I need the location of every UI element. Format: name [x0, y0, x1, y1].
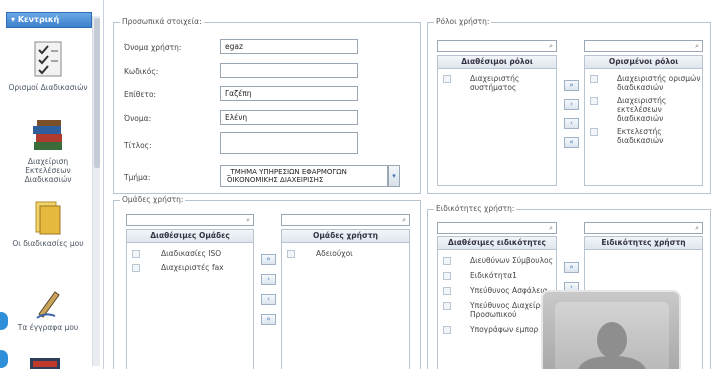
checkbox[interactable] — [132, 250, 140, 258]
sidebar-item-my-processes[interactable]: Οι διαδικασίες μου — [6, 200, 90, 248]
list-item[interactable]: Υπογράφων εμπορ — [438, 325, 556, 334]
books-icon — [33, 120, 62, 150]
password-label: Κωδικός: — [124, 67, 159, 76]
checkbox[interactable] — [443, 257, 451, 265]
sidebar: ▾ Κεντρική Ορισμοί Διαδικασιών Διαχείρισ… — [0, 0, 104, 369]
checkbox[interactable] — [443, 326, 451, 334]
next-item-icon — [30, 358, 60, 369]
dropdown-chevron-icon[interactable]: ▾ — [388, 165, 400, 187]
checkbox[interactable] — [443, 302, 451, 310]
available-roles-list: Διαθέσιμοι ρόλοι Διαχειριστής συστήματος — [437, 55, 557, 186]
list-item[interactable]: Εκτελεστής διαδικασιών — [585, 127, 702, 145]
list-header: Διαθέσιμες Ομάδες — [127, 230, 253, 243]
scrollbar-thumb[interactable] — [94, 18, 100, 168]
checkbox[interactable] — [287, 250, 295, 258]
checkbox[interactable] — [590, 97, 598, 105]
available-groups-list: Διαθέσιμες Ομάδες Διαδικασίες ISO Διαχει… — [126, 229, 254, 369]
checkbox[interactable] — [590, 75, 598, 83]
sidebar-scrollbar[interactable] — [92, 16, 100, 366]
sidebar-item-my-documents[interactable]: Τα έγγραφα μου — [6, 286, 90, 332]
roles-assigned-search[interactable]: ⌕ — [584, 40, 703, 52]
list-item[interactable]: Διαδικασίες ISO — [127, 249, 253, 258]
panel-title: Προσωπικά στοιχεία: — [120, 17, 204, 26]
search-icon: ⌕ — [695, 42, 699, 50]
list-header: Ειδικότητες χρήστη — [585, 237, 702, 250]
specialties-available-search[interactable]: ⌕ — [437, 222, 557, 234]
list-item[interactable]: Διαχειριστής συστήματος — [438, 74, 556, 92]
surname-label: Επίθετο: — [124, 90, 157, 99]
username-field[interactable]: egaz — [220, 39, 358, 54]
checkbox[interactable] — [443, 287, 451, 295]
panel-title: Ρόλοι χρήστη: — [434, 17, 492, 26]
remove-one-button[interactable]: ‹ — [261, 294, 276, 305]
department-label: Τμήμα: — [124, 173, 151, 182]
collapse-icon: ▾ — [11, 15, 18, 24]
list-header: Ομάδες χρήστη — [282, 230, 409, 243]
checkbox[interactable] — [443, 75, 451, 83]
checklist-icon — [34, 41, 62, 77]
password-field[interactable] — [220, 63, 358, 78]
list-item[interactable]: Διαχειριστής εκτελέσεων διαδικασιών — [585, 96, 702, 123]
name-field[interactable]: Ελένη — [220, 110, 358, 125]
title-label: Τίτλος: — [124, 141, 152, 150]
search-icon: ⌕ — [549, 42, 553, 50]
list-item[interactable]: Υπεύθυνος Ασφάλεια — [438, 286, 556, 295]
search-icon: ⌕ — [402, 216, 406, 224]
list-header: Διαθέσιμοι ρόλοι — [438, 56, 556, 69]
add-one-button[interactable]: › — [564, 99, 579, 110]
checkbox[interactable] — [590, 128, 598, 136]
panel-title: Ειδικότητες χρήστη: — [434, 204, 517, 213]
remove-one-button[interactable]: ‹ — [564, 118, 579, 129]
list-item[interactable]: Αδειούχοι — [282, 249, 409, 258]
name-label: Όνομα: — [124, 114, 152, 123]
department-select[interactable]: _ΤΜΗΜΑ ΥΠΗΡΕΣΙΩΝ ΕΦΑΡΜΟΓΩΝ ΟΙΚΟΝΟΜΙΚΗΣ Δ… — [220, 165, 388, 187]
groups-assigned-search[interactable]: ⌕ — [281, 214, 410, 226]
title-field[interactable] — [220, 132, 358, 154]
list-item[interactable]: Διαχειριστές fax — [127, 263, 253, 272]
list-header: Ορισμένοι ρόλοι — [585, 56, 702, 69]
panel-title: Ομάδες χρήστη: — [120, 195, 186, 204]
sidebar-item-process-executions[interactable]: Διαχείριση Εκτελέσεων Διαδικασιών — [6, 118, 90, 184]
list-header: Διαθέσιμες ειδικότητες — [438, 237, 556, 250]
available-specialties-list: Διαθέσιμες ειδικότητες Διευθύνων Σύμβουλ… — [437, 236, 557, 369]
remove-all-button[interactable]: « — [261, 314, 276, 325]
search-icon: ⌕ — [695, 224, 699, 232]
search-icon: ⌕ — [246, 216, 250, 224]
roles-available-search[interactable]: ⌕ — [437, 40, 557, 52]
list-item[interactable]: Διαχειριστής ορισμών διαδικασιών — [585, 74, 702, 92]
add-all-button[interactable]: » — [564, 262, 579, 273]
list-item[interactable]: Ειδικότητα1 — [438, 271, 556, 280]
remove-all-button[interactable]: « — [564, 137, 579, 148]
folder-icon — [35, 201, 61, 235]
username-label: Όνομα χρήστη: — [124, 43, 182, 52]
sidebar-item-process-definitions[interactable]: Ορισμοί Διαδικασιών — [6, 40, 90, 92]
user-avatar — [541, 290, 681, 369]
assigned-groups-list: Ομάδες χρήστη Αδειούχοι — [281, 229, 410, 369]
checkbox[interactable] — [443, 272, 451, 280]
list-item[interactable]: Διευθύνων Σύμβουλος — [438, 256, 556, 265]
assigned-roles-list: Ορισμένοι ρόλοι Διαχειριστής ορισμών δια… — [584, 55, 703, 186]
list-item[interactable]: Υπεύθυνος Διαχείρι Προσωπικού — [438, 301, 556, 319]
pen-icon — [36, 291, 60, 319]
search-icon: ⌕ — [549, 224, 553, 232]
groups-available-search[interactable]: ⌕ — [126, 214, 254, 226]
avatar-frame — [555, 302, 669, 369]
checkbox[interactable] — [132, 264, 140, 272]
sidebar-header[interactable]: ▾ Κεντρική — [6, 12, 92, 28]
add-all-button[interactable]: » — [261, 254, 276, 265]
add-all-button[interactable]: » — [564, 80, 579, 91]
surname-field[interactable]: Γαζέπη — [220, 86, 358, 101]
specialties-assigned-search[interactable]: ⌕ — [584, 222, 703, 234]
add-one-button[interactable]: › — [261, 274, 276, 285]
person-silhouette-icon — [578, 322, 646, 369]
